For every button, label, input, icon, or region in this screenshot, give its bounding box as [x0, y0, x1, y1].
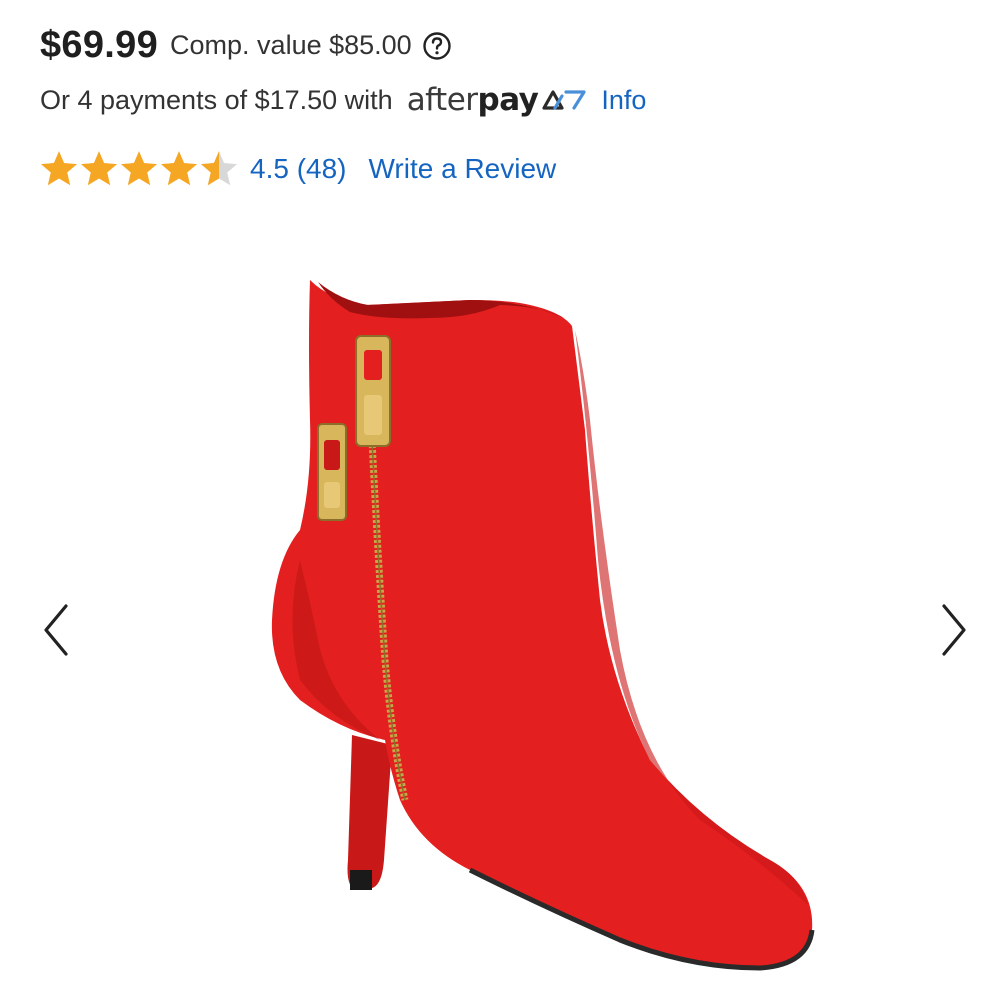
star-half-icon [200, 151, 238, 186]
afterpay-info-link[interactable]: Info [601, 85, 646, 116]
afterpay-logo: after pay [407, 82, 588, 118]
price-row: $69.99 Comp. value $85.00 [40, 24, 452, 67]
star-icon [160, 151, 198, 186]
chevron-right-icon[interactable] [934, 600, 974, 660]
rating-summary-link[interactable]: 4.5 (48) [250, 153, 347, 185]
current-price: $69.99 [40, 24, 159, 66]
star-rating[interactable] [38, 148, 238, 190]
chevron-left-icon[interactable] [36, 600, 76, 660]
product-detail-page: $69.99 Comp. value $85.00 Or 4 payments … [0, 0, 999, 1000]
installments-text: Or 4 payments of $17.50 with [40, 84, 393, 115]
afterpay-arrows-icon [541, 88, 587, 112]
rating-row: 4.5 (48) Write a Review [38, 148, 556, 190]
installments-row: Or 4 payments of $17.50 with after pay I… [40, 82, 646, 118]
product-image-carousel[interactable] [0, 250, 999, 1000]
write-review-link[interactable]: Write a Review [369, 153, 557, 185]
afterpay-logo-pay: pay [477, 82, 539, 118]
afterpay-logo-after: after [406, 82, 478, 118]
product-image [271, 280, 815, 971]
question-circle-icon[interactable] [422, 31, 452, 61]
comp-value: Comp. value $85.00 [170, 30, 412, 60]
star-icon [80, 151, 118, 186]
star-icon [120, 151, 158, 186]
star-icon [40, 151, 78, 186]
